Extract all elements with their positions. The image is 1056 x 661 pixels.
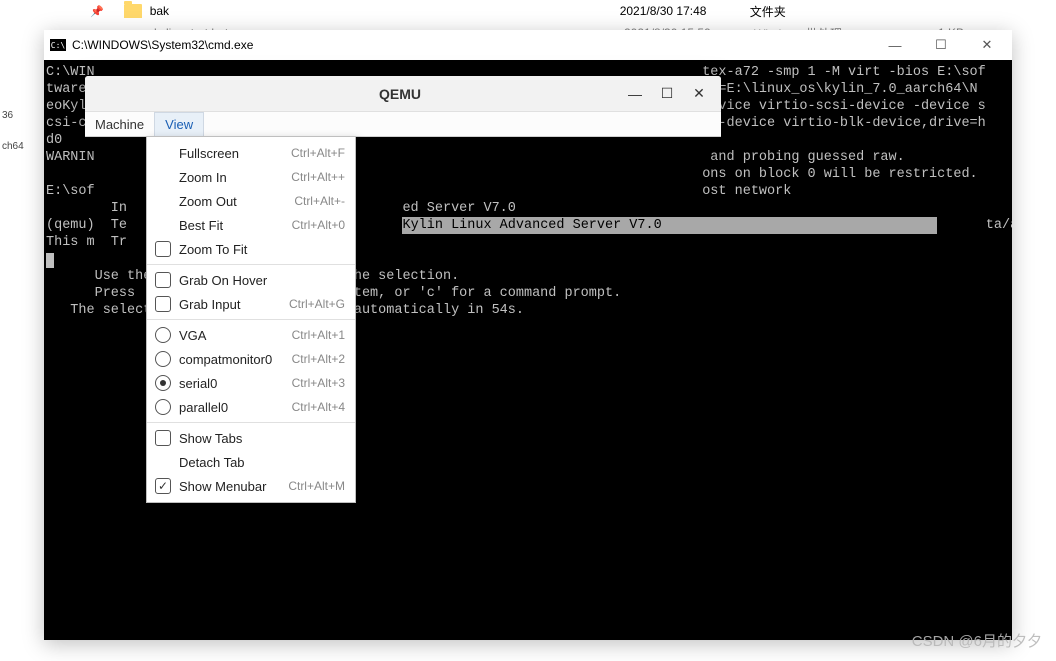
menu-item-accel: Ctrl+Alt+2 [292,352,345,366]
watermark: CSDN @6月的夕夕 [912,630,1042,651]
qemu-menubar: Machine View [85,112,721,137]
menu-item-label: Grab Input [179,297,289,312]
menu-separator [147,264,355,265]
view-dropdown: FullscreenCtrl+Alt+FZoom InCtrl+Alt++Zoo… [146,136,356,503]
menu-separator [147,422,355,423]
checkbox-icon [155,241,171,257]
menu-item-zoom-to-fit[interactable]: Zoom To Fit [147,237,355,261]
menu-view[interactable]: View [154,112,204,136]
menu-item-accel: Ctrl+Alt+F [291,146,345,160]
menu-item-label: Detach Tab [179,455,345,470]
menu-item-label: parallel0 [179,400,292,415]
qemu-close-button[interactable]: ✕ [683,80,715,108]
menu-item-accel: Ctrl+Alt++ [291,170,345,184]
menu-item-label: Zoom To Fit [179,242,345,257]
cmd-title-text: C:\WINDOWS\System32\cmd.exe [72,38,872,52]
menu-item-show-tabs[interactable]: Show Tabs [147,426,355,450]
menu-item-compatmonitor0[interactable]: compatmonitor0Ctrl+Alt+2 [147,347,355,371]
menu-item-zoom-in[interactable]: Zoom InCtrl+Alt++ [147,165,355,189]
radio-icon [155,327,171,343]
minimize-button[interactable]: — [872,30,918,60]
menu-item-accel: Ctrl+Alt+4 [292,400,345,414]
checkbox-icon [155,478,171,494]
menu-item-label: serial0 [179,376,292,391]
explorer-row[interactable]: 📌 bak 2021/8/30 17:48 文件夹 [0,0,1056,22]
checkbox-icon [155,430,171,446]
desktop-thumbnails: 36 ch64 [0,110,30,172]
menu-item-label: Zoom Out [179,194,294,209]
qemu-title-text: QEMU [181,86,619,102]
menu-item-accel: Ctrl+Alt+M [288,479,345,493]
qemu-maximize-button[interactable]: ☐ [651,80,683,108]
menu-item-grab-on-hover[interactable]: Grab On Hover [147,268,355,292]
menu-item-label: Fullscreen [179,146,291,161]
file-date: 2021/8/30 17:48 [620,4,750,18]
qemu-minimize-button[interactable]: — [619,80,651,108]
menu-item-accel: Ctrl+Alt+G [289,297,345,311]
menu-item-label: Grab On Hover [179,273,345,288]
maximize-button[interactable]: ☐ [918,30,964,60]
menu-item-show-menubar[interactable]: Show MenubarCtrl+Alt+M [147,474,355,498]
file-name: bak [150,4,620,18]
cmd-titlebar[interactable]: C:\ C:\WINDOWS\System32\cmd.exe — ☐ ✕ [44,30,1012,60]
menu-item-fullscreen[interactable]: FullscreenCtrl+Alt+F [147,141,355,165]
menu-item-serial0[interactable]: serial0Ctrl+Alt+3 [147,371,355,395]
folder-icon [124,4,142,18]
checkbox-icon [155,296,171,312]
radio-icon [155,351,171,367]
menu-item-parallel0[interactable]: parallel0Ctrl+Alt+4 [147,395,355,419]
menu-item-accel: Ctrl+Alt+0 [292,218,345,232]
thumb-label: ch64 [0,141,30,152]
thumb-label: 36 [0,110,30,121]
menu-item-label: Show Menubar [179,479,288,494]
menu-item-label: Show Tabs [179,431,345,446]
pin-icon: 📌 [90,5,104,18]
qemu-titlebar[interactable]: QEMU — ☐ ✕ [85,76,721,112]
radio-icon [155,399,171,415]
menu-item-detach-tab[interactable]: Detach Tab [147,450,355,474]
menu-item-zoom-out[interactable]: Zoom OutCtrl+Alt+- [147,189,355,213]
radio-icon [155,375,171,391]
checkbox-icon [155,272,171,288]
menu-item-vga[interactable]: VGACtrl+Alt+1 [147,323,355,347]
menu-item-label: VGA [179,328,292,343]
menu-item-label: compatmonitor0 [179,352,292,367]
cmd-icon: C:\ [50,39,66,51]
qemu-window: QEMU — ☐ ✕ Machine View [85,76,721,137]
menu-item-accel: Ctrl+Alt+1 [292,328,345,342]
menu-item-grab-input[interactable]: Grab InputCtrl+Alt+G [147,292,355,316]
menu-separator [147,319,355,320]
menu-item-accel: Ctrl+Alt+- [294,194,345,208]
menu-machine[interactable]: Machine [85,112,154,136]
menu-item-best-fit[interactable]: Best FitCtrl+Alt+0 [147,213,355,237]
file-type: 文件夹 [750,3,900,20]
menu-item-label: Best Fit [179,218,292,233]
close-button[interactable]: ✕ [964,30,1010,60]
menu-item-accel: Ctrl+Alt+3 [292,376,345,390]
menu-item-label: Zoom In [179,170,291,185]
